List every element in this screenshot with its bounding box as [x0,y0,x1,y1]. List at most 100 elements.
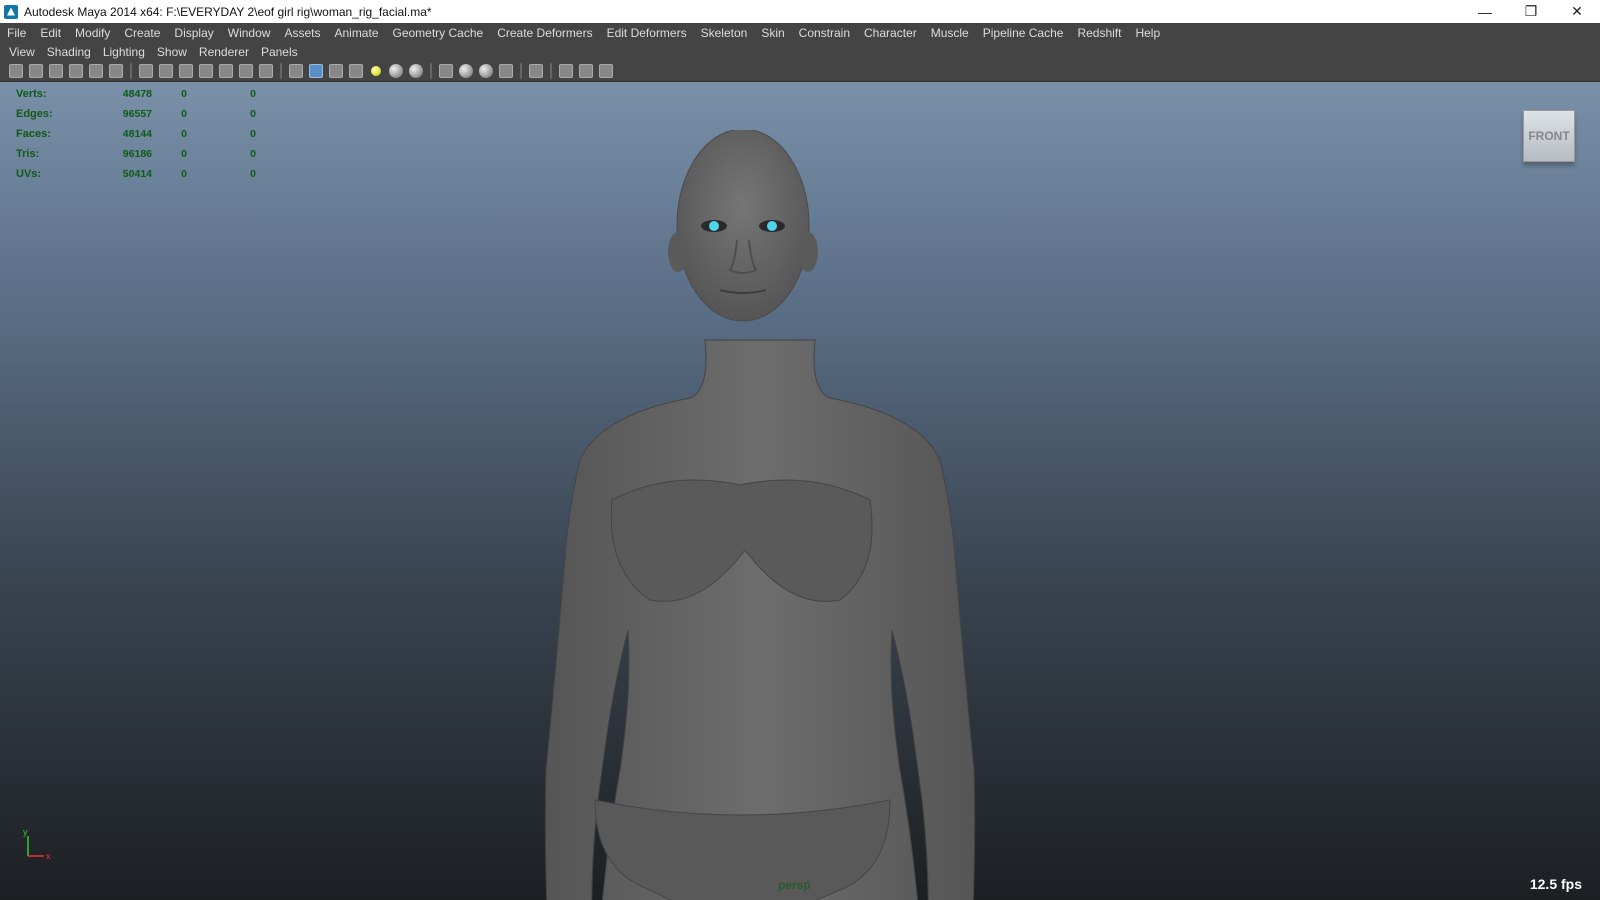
safe-title-icon[interactable] [259,64,273,78]
grid-icon[interactable] [139,64,153,78]
toolbar-separator [130,63,132,79]
main-menu-bar: File Edit Modify Create Display Window A… [0,23,1600,42]
xray-joints-icon[interactable] [479,64,493,78]
left-iris [709,221,719,231]
menu-character[interactable]: Character [857,26,924,40]
share-icon[interactable] [599,64,613,78]
hud-row-uvs: UVs: 50414 0 0 [16,164,308,184]
perspective-viewport[interactable]: Verts: 48478 0 0 Edges: 96557 0 0 Faces:… [0,82,1600,900]
panel-menu-renderer[interactable]: Renderer [193,45,255,59]
fps-readout: 12.5 fps [1529,876,1582,892]
right-ear [798,232,818,272]
safe-action-icon[interactable] [239,64,253,78]
hud-value: 0 [250,168,256,180]
bookmark-icon[interactable] [49,64,63,78]
hud-value: 0 [250,108,256,120]
right-iris [767,221,777,231]
panel-toolbar [0,61,1600,82]
panel-menu-show[interactable]: Show [151,45,193,59]
grease-pencil-icon[interactable] [89,64,103,78]
hud-value: 48478 [122,88,152,100]
close-button[interactable]: ✕ [1554,0,1600,23]
menu-constrain[interactable]: Constrain [792,26,857,40]
left-ear [668,232,688,272]
select-highlight-icon[interactable] [529,64,543,78]
window-title: Autodesk Maya 2014 x64: F:\EVERYDAY 2\eo… [24,4,432,19]
resolution-gate-icon[interactable] [179,64,193,78]
menu-geometry-cache[interactable]: Geometry Cache [386,26,491,40]
hud-row-faces: Faces: 48144 0 0 [16,124,308,144]
hud-value: 0 [250,88,256,100]
2d-pan-zoom-icon[interactable] [109,64,123,78]
use-default-lighting-icon[interactable] [371,66,381,76]
menu-help[interactable]: Help [1128,26,1167,40]
menu-assets[interactable]: Assets [277,26,327,40]
xray-icon[interactable] [459,64,473,78]
smooth-shade-icon[interactable] [309,64,323,78]
hud-value: 0 [181,128,187,140]
frame-all-icon[interactable] [559,64,573,78]
menu-create-deformers[interactable]: Create Deformers [490,26,599,40]
panel-menu-shading[interactable]: Shading [41,45,97,59]
restore-button[interactable]: ❐ [1508,0,1554,23]
title-bar: Autodesk Maya 2014 x64: F:\EVERYDAY 2\eo… [0,0,1600,24]
panel-menu-lighting[interactable]: Lighting [97,45,151,59]
briefs-mesh [594,799,891,900]
high-quality-icon[interactable] [409,64,423,78]
hud-value: 0 [181,148,187,160]
hud-value: 0 [181,168,187,180]
frame-selected-icon[interactable] [579,64,593,78]
isolate-select-icon[interactable] [439,64,453,78]
hud-value: 0 [250,148,256,160]
hud-label: Verts: [16,88,47,100]
menu-muscle[interactable]: Muscle [924,26,976,40]
menu-redshift[interactable]: Redshift [1070,26,1128,40]
menu-window[interactable]: Window [221,26,278,40]
ambient-occlusion-icon[interactable] [499,64,513,78]
menu-file[interactable]: File [0,26,33,40]
menu-edit-deformers[interactable]: Edit Deformers [600,26,694,40]
menu-pipeline-cache[interactable]: Pipeline Cache [976,26,1071,40]
maya-app-icon [4,4,18,19]
textured-icon[interactable] [349,64,363,78]
menu-modify[interactable]: Modify [68,26,117,40]
axis-indicator: y x [23,828,51,861]
shadows-icon[interactable] [389,64,403,78]
menu-edit[interactable]: Edit [33,26,68,40]
poly-count-hud: Verts: 48478 0 0 Edges: 96557 0 0 Faces:… [16,84,308,184]
menu-create[interactable]: Create [117,26,167,40]
toolbar-separator [280,63,282,79]
menu-display[interactable]: Display [167,26,220,40]
hud-label: UVs: [16,168,42,180]
hud-label: Edges: [16,108,53,120]
wireframe-icon[interactable] [289,64,303,78]
wireframe-on-shaded-icon[interactable] [329,64,343,78]
field-chart-icon[interactable] [219,64,233,78]
panel-menu-view[interactable]: View [0,45,41,59]
panel-menu-panels[interactable]: Panels [255,45,304,59]
menu-skeleton[interactable]: Skeleton [694,26,755,40]
hud-row-tris: Tris: 96186 0 0 [16,144,308,164]
menu-skin[interactable]: Skin [754,26,791,40]
toolbar-separator [520,63,522,79]
hud-value: 0 [181,88,187,100]
view-cube[interactable]: FRONT [1523,110,1575,162]
hud-value: 48144 [122,128,152,140]
hud-value: 96186 [122,148,152,160]
camera-name-label: persp [778,878,811,892]
hud-label: Tris: [16,148,40,160]
hud-value: 50414 [122,168,152,180]
gate-mask-icon[interactable] [199,64,213,78]
image-plane-icon[interactable] [69,64,83,78]
camera-attributes-icon[interactable] [29,64,43,78]
axis-x-label: x [46,851,51,861]
view-cube-label: FRONT [1528,129,1570,143]
menu-animate[interactable]: Animate [327,26,385,40]
select-camera-icon[interactable] [9,64,23,78]
hud-value: 0 [181,108,187,120]
panel-menu-bar: View Shading Lighting Show Renderer Pane… [0,43,1600,61]
character-model[interactable] [540,130,980,900]
minimize-button[interactable]: — [1462,0,1508,23]
hud-row-edges: Edges: 96557 0 0 [16,104,308,124]
film-gate-icon[interactable] [159,64,173,78]
